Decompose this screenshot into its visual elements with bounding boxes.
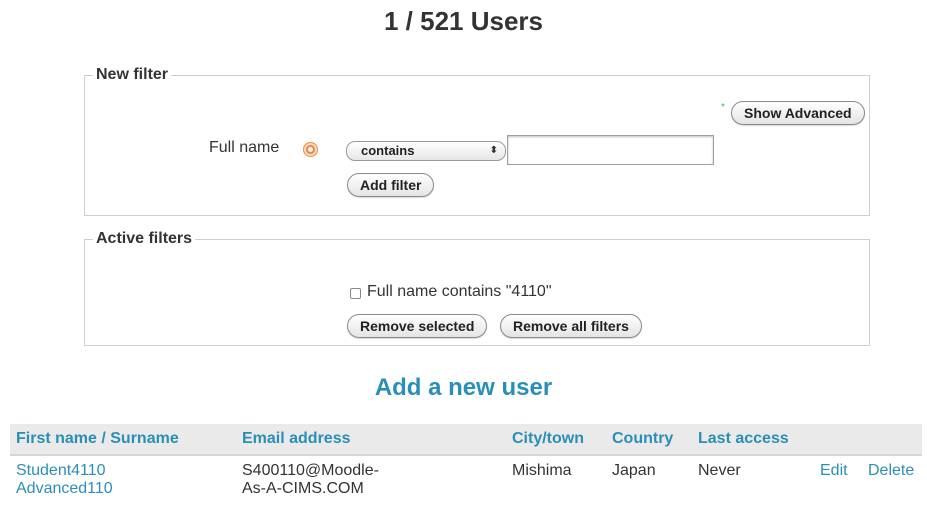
column-header-edit <box>814 424 862 456</box>
column-header-delete <box>862 424 922 456</box>
new-filter-legend: New filter <box>96 66 169 83</box>
user-country-cell: Japan <box>612 462 656 479</box>
advanced-marker: * <box>721 102 725 113</box>
column-header-name[interactable]: First name / Surname <box>10 424 236 456</box>
users-table: First name / Surname Email address City/… <box>10 424 922 512</box>
table-row: Student4110 Advanced110 S400110@Moodle- … <box>10 455 922 512</box>
active-filter-text: Full name contains "4110" <box>367 283 552 300</box>
remove-all-filters-button[interactable]: Remove all filters <box>500 314 642 338</box>
page-title: 1 / 521 Users <box>383 6 543 36</box>
user-last-access-cell: Never <box>698 462 741 479</box>
show-advanced-button[interactable]: Show Advanced <box>731 101 865 125</box>
active-filters-fieldset: Active filters Full name contains "4110"… <box>84 230 870 346</box>
column-header-country[interactable]: Country <box>606 424 692 456</box>
filter-checkbox[interactable] <box>350 288 361 299</box>
operator-select-value: contains <box>361 143 415 158</box>
user-first-name[interactable]: Student4110 <box>16 462 230 480</box>
delete-link[interactable]: Delete <box>862 455 922 512</box>
add-new-user-link[interactable]: Add a new user <box>0 374 927 402</box>
full-name-label: Full name <box>209 139 280 156</box>
updown-arrows-icon: ⬍ <box>489 145 498 156</box>
filter-value-input[interactable] <box>507 135 714 165</box>
active-filters-legend: Active filters <box>96 230 193 247</box>
column-header-last-access[interactable]: Last access <box>692 424 814 456</box>
operator-select[interactable]: contains ⬍ <box>346 141 506 161</box>
user-city-cell: Mishima <box>512 462 572 479</box>
add-filter-button[interactable]: Add filter <box>347 173 435 197</box>
column-header-city[interactable]: City/town <box>506 424 606 456</box>
user-email-line1: S400110@Moodle- <box>242 462 379 479</box>
edit-link[interactable]: Edit <box>814 455 862 512</box>
user-email-cell: S400110@Moodle- As-A-CIMS.COM <box>236 455 506 512</box>
user-surname[interactable]: Advanced110 <box>16 480 230 498</box>
help-icon[interactable] <box>303 142 318 157</box>
user-name-cell[interactable]: Student4110 Advanced110 <box>10 455 236 512</box>
new-filter-fieldset: New filter * Show Advanced Full name con… <box>84 66 870 216</box>
user-email-line2: As-A-CIMS.COM <box>242 480 364 497</box>
table-header-row: First name / Surname Email address City/… <box>10 424 922 456</box>
column-header-email[interactable]: Email address <box>236 424 506 456</box>
remove-selected-button[interactable]: Remove selected <box>347 314 488 338</box>
